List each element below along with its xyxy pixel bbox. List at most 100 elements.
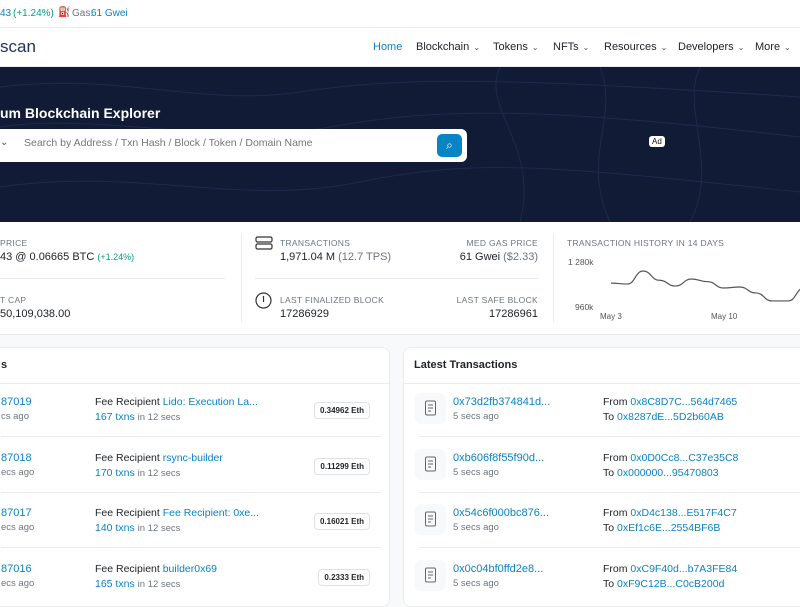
- latest-transactions-card: Latest Transactions 0x73d2fb374841d... 5…: [403, 347, 800, 607]
- block-number[interactable]: 87017: [1, 507, 32, 519]
- data-point[interactable]: [736, 283, 744, 291]
- divider: [1, 436, 381, 437]
- block-time: in 12 secs: [137, 467, 181, 479]
- fee-recipient-label: Fee Recipient: [95, 451, 160, 464]
- series-line: [610, 270, 800, 302]
- filter-chevron-icon[interactable]: ⌄: [0, 137, 8, 148]
- block-age: ecs ago: [1, 466, 35, 478]
- transaction-history-chart[interactable]: [0, 222, 800, 335]
- to-label: To: [603, 522, 615, 534]
- tx-age: 5 secs ago: [453, 577, 499, 589]
- from-label: From: [603, 396, 628, 408]
- nav-resources[interactable]: Resources ⌄: [604, 41, 667, 53]
- from-address-link[interactable]: 0x8C8D7C...564d7465: [630, 396, 737, 408]
- nav-nfts[interactable]: NFTs ⌄: [553, 41, 589, 53]
- stats-panel: PRICE 43 @ 0.06665 BTC (+1.24%) T CAP 50…: [0, 222, 800, 335]
- card-title: Latest Transactions: [414, 359, 518, 371]
- to-address-link[interactable]: 0xEf1c6E...2554BF6B: [617, 522, 720, 534]
- data-point[interactable]: [752, 289, 760, 297]
- search-bar: ⌄ ⌕: [0, 129, 467, 162]
- txn-count-link[interactable]: 165 txns: [95, 578, 135, 590]
- search-input[interactable]: [24, 137, 424, 149]
- data-point[interactable]: [623, 280, 631, 288]
- data-point[interactable]: [688, 275, 696, 283]
- data-point[interactable]: [784, 297, 792, 305]
- block-age: ecs ago: [1, 522, 35, 533]
- to-address-link[interactable]: 0xF9C12B...C0cB200d: [617, 578, 724, 590]
- nav-more[interactable]: More ⌄: [755, 41, 791, 53]
- txn-count-link[interactable]: 140 txns: [95, 522, 135, 534]
- tx-hash-link[interactable]: 0x54c6f000bc876...: [453, 507, 549, 519]
- nav-label: NFTs: [553, 41, 579, 53]
- divider: [419, 436, 800, 437]
- tx-hash-link[interactable]: 0x73d2fb374841d...: [453, 396, 550, 408]
- data-point[interactable]: [655, 276, 663, 284]
- from-address-link[interactable]: 0xC9F40d...b7A3FE84: [630, 563, 737, 575]
- top-info-bar: 43 (+1.24%) ⛽ Gas: 61 Gwei: [0, 0, 800, 28]
- data-point[interactable]: [671, 282, 679, 290]
- fee-recipient-label: Fee Recipient: [95, 507, 160, 519]
- divider: [1, 491, 381, 493]
- block-number[interactable]: 87019: [1, 396, 32, 408]
- block-time: in 12 secs: [137, 578, 181, 590]
- block-number[interactable]: 87018: [1, 452, 32, 464]
- chevron-down-icon: ⌄: [660, 43, 668, 52]
- from-label: From: [603, 451, 628, 464]
- txn-count-link[interactable]: 170 txns: [95, 467, 135, 479]
- block-time: in 12 secs: [137, 523, 181, 534]
- tx-age: 5 secs ago: [453, 466, 499, 478]
- chevron-down-icon: ⌄: [531, 43, 539, 52]
- data-point[interactable]: [704, 278, 712, 286]
- block-number[interactable]: 87016: [1, 563, 32, 575]
- data-point[interactable]: [720, 284, 728, 292]
- main-nav: scan Home Blockchain ⌄ Tokens ⌄ NFTs ⌄ Reso…: [0, 28, 800, 67]
- latest-blocks-card: s 87019 cs ago Fee Recipient Lido: Execu…: [0, 347, 391, 607]
- data-point[interactable]: [607, 279, 615, 287]
- txn-count-link[interactable]: 167 txns: [95, 411, 135, 423]
- divider: [404, 383, 800, 384]
- gas-pump-icon: ⛽: [58, 7, 71, 18]
- eth-price[interactable]: 43: [0, 8, 11, 19]
- from-address-link[interactable]: 0xD4c138...E517F4C7: [630, 507, 736, 519]
- to-label: To: [603, 577, 615, 590]
- logo[interactable]: scan: [0, 37, 36, 57]
- ad-badge[interactable]: Ad: [649, 136, 665, 147]
- divider: [419, 491, 800, 493]
- nav-label: Blockchain: [416, 41, 470, 53]
- block-reward-badge: 0.34962 Eth: [313, 402, 370, 419]
- tx-age: 5 secs ago: [453, 522, 499, 533]
- fee-recipient-link[interactable]: Lido: Execution La...: [163, 396, 258, 408]
- tx-age: 5 secs ago: [453, 411, 499, 422]
- gas-value[interactable]: 61 Gwei: [91, 8, 128, 19]
- nav-label: Resources: [604, 41, 657, 53]
- fee-recipient-label: Fee Recipient: [95, 562, 160, 575]
- chevron-down-icon: ⌄: [737, 43, 745, 52]
- document-icon: [415, 504, 446, 535]
- nav-tokens[interactable]: Tokens ⌄: [493, 41, 539, 53]
- block-reward-badge: 0.11299 Eth: [314, 457, 370, 475]
- from-label: From: [603, 507, 628, 519]
- nav-label: Tokens: [493, 41, 528, 53]
- fee-recipient-label: Fee Recipient: [95, 396, 160, 408]
- fee-recipient-link[interactable]: rsync-builder: [163, 452, 223, 464]
- nav-developers[interactable]: Developers ⌄: [678, 41, 744, 53]
- fee-recipient-link[interactable]: builder0x69: [163, 563, 217, 575]
- nav-blockchain[interactable]: Blockchain ⌄: [416, 41, 480, 53]
- to-address-link[interactable]: 0x8287dE...5D2b60AB: [617, 411, 724, 423]
- to-address-link[interactable]: 0x000000...95470803: [617, 467, 719, 479]
- from-address-link[interactable]: 0x0D0Cc8...C37e35C8: [630, 452, 738, 464]
- tx-hash-link[interactable]: 0xb606f8f55f90d...: [453, 452, 544, 464]
- block-age: cs ago: [1, 411, 29, 422]
- nav-label: Developers: [678, 41, 734, 53]
- divider: [1, 547, 381, 548]
- nav-home[interactable]: Home: [373, 41, 402, 53]
- card-title: s: [1, 359, 8, 371]
- fee-recipient-link[interactable]: Fee Recipient: 0xe...: [163, 507, 259, 519]
- divider: [0, 383, 391, 384]
- search-icon: ⌕: [446, 138, 453, 152]
- data-point[interactable]: [639, 267, 647, 275]
- to-label: To: [603, 411, 615, 423]
- search-button[interactable]: ⌕: [437, 134, 462, 157]
- data-point[interactable]: [768, 297, 776, 305]
- tx-hash-link[interactable]: 0x0c04bf0ffd2e8...: [453, 563, 543, 575]
